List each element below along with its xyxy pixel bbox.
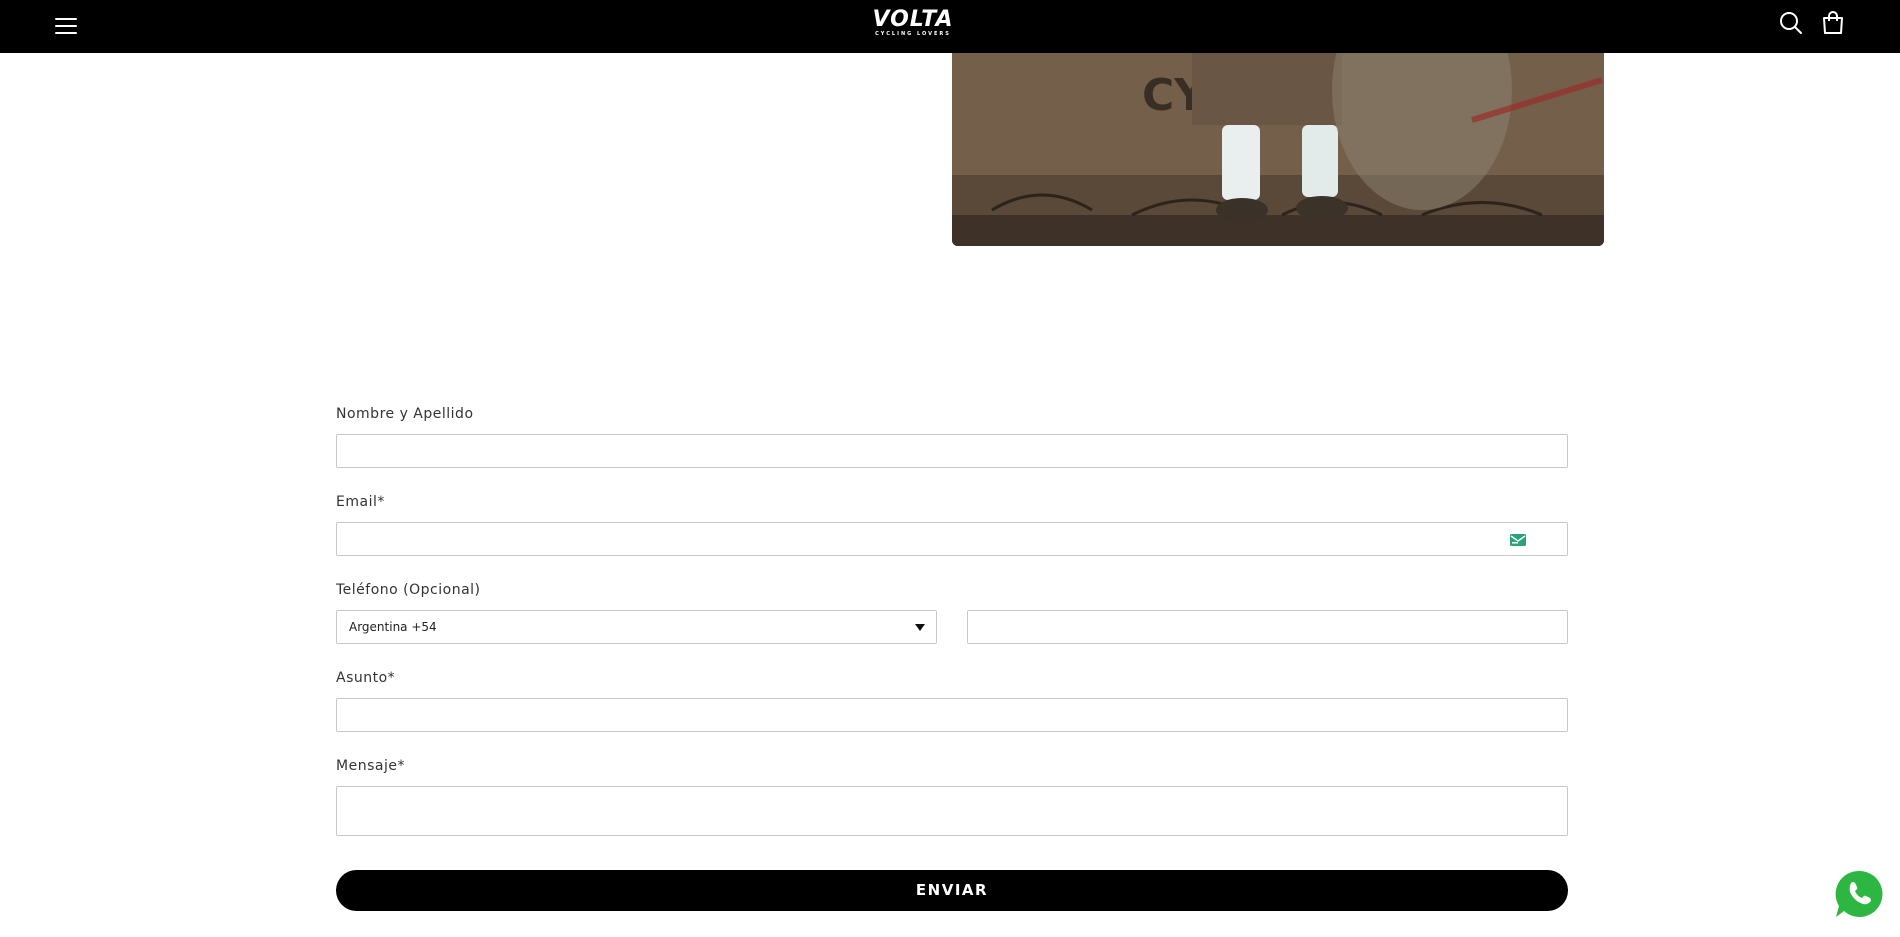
contact-form: Nombre y Apellido Email* Teléfono (Opcio… <box>336 405 1568 911</box>
name-input[interactable] <box>336 434 1568 468</box>
country-code-value: Argentina +54 <box>349 620 437 634</box>
hamburger-menu-icon[interactable] <box>55 12 83 40</box>
dropdown-arrow-icon <box>915 624 925 631</box>
phone-group: Teléfono (Opcional) Argentina +54 <box>336 581 1568 644</box>
message-group: Mensaje* <box>336 757 1568 836</box>
submit-button[interactable]: ENVIAR <box>336 870 1568 911</box>
subject-label: Asunto* <box>336 670 396 686</box>
mail-icon[interactable] <box>1510 533 1526 546</box>
search-icon[interactable] <box>1778 10 1804 36</box>
message-label: Mensaje* <box>336 758 405 774</box>
subject-group: Asunto* <box>336 669 1568 732</box>
phone-label: Teléfono (Opcional) <box>336 582 481 598</box>
brand-logo[interactable]: VOLTA CYCLING LOVERS <box>855 7 971 38</box>
subject-input[interactable] <box>336 698 1568 732</box>
site-header: VOLTA CYCLING LOVERS <box>0 0 1900 53</box>
email-group: Email* <box>336 493 1568 556</box>
email-input[interactable] <box>336 522 1568 556</box>
name-group: Nombre y Apellido <box>336 405 1568 468</box>
phone-number-input[interactable] <box>967 610 1568 644</box>
country-code-select[interactable]: Argentina +54 <box>336 610 937 644</box>
email-label: Email* <box>336 494 385 510</box>
phone-row: Argentina +54 <box>336 610 1568 644</box>
message-textarea[interactable] <box>336 786 1568 836</box>
name-label: Nombre y Apellido <box>336 406 474 422</box>
shopping-bag-icon[interactable] <box>1820 10 1846 36</box>
whatsapp-icon[interactable] <box>1833 868 1885 920</box>
brand-name: VOLTA <box>872 7 954 32</box>
